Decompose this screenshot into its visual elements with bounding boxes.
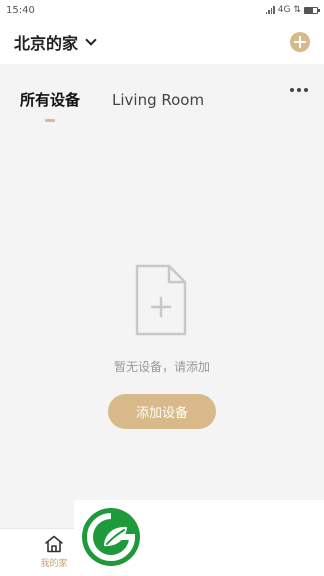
nav-home-label: 我的家: [40, 559, 68, 569]
tab-all-devices[interactable]: 所有设备: [20, 82, 80, 118]
header: 北京的家: [0, 20, 324, 64]
battery-icon: [304, 6, 320, 14]
leaf-logo: [82, 508, 140, 566]
home-icon: [45, 535, 63, 553]
status-bar: 15:40 4G ⇅: [0, 0, 324, 20]
signal-icon: [265, 6, 275, 14]
tab-living-room[interactable]: Living Room: [112, 82, 204, 118]
app-screen: 15:40 4G ⇅ 北京的家 所有设备 Living Room 暂无设备，请添…: [0, 0, 324, 576]
home-title: 北京的家: [14, 34, 79, 53]
nav-my-home[interactable]: 我的家: [34, 535, 74, 569]
chevron-down-icon: [85, 34, 97, 46]
home-selector[interactable]: 北京的家: [14, 30, 97, 54]
empty-document-icon: [135, 264, 187, 336]
room-tabs: 所有设备 Living Room: [0, 80, 324, 120]
network-type: 4G: [277, 5, 291, 15]
empty-message: 暂无设备，请添加: [113, 360, 210, 374]
data-arrows-icon: ⇅: [293, 5, 301, 15]
add-button[interactable]: [290, 32, 310, 52]
status-time: 15:40: [6, 4, 35, 16]
add-device-button[interactable]: 添加设备: [108, 394, 216, 429]
more-options-icon[interactable]: [290, 88, 308, 92]
status-icons: 4G ⇅: [265, 5, 320, 15]
